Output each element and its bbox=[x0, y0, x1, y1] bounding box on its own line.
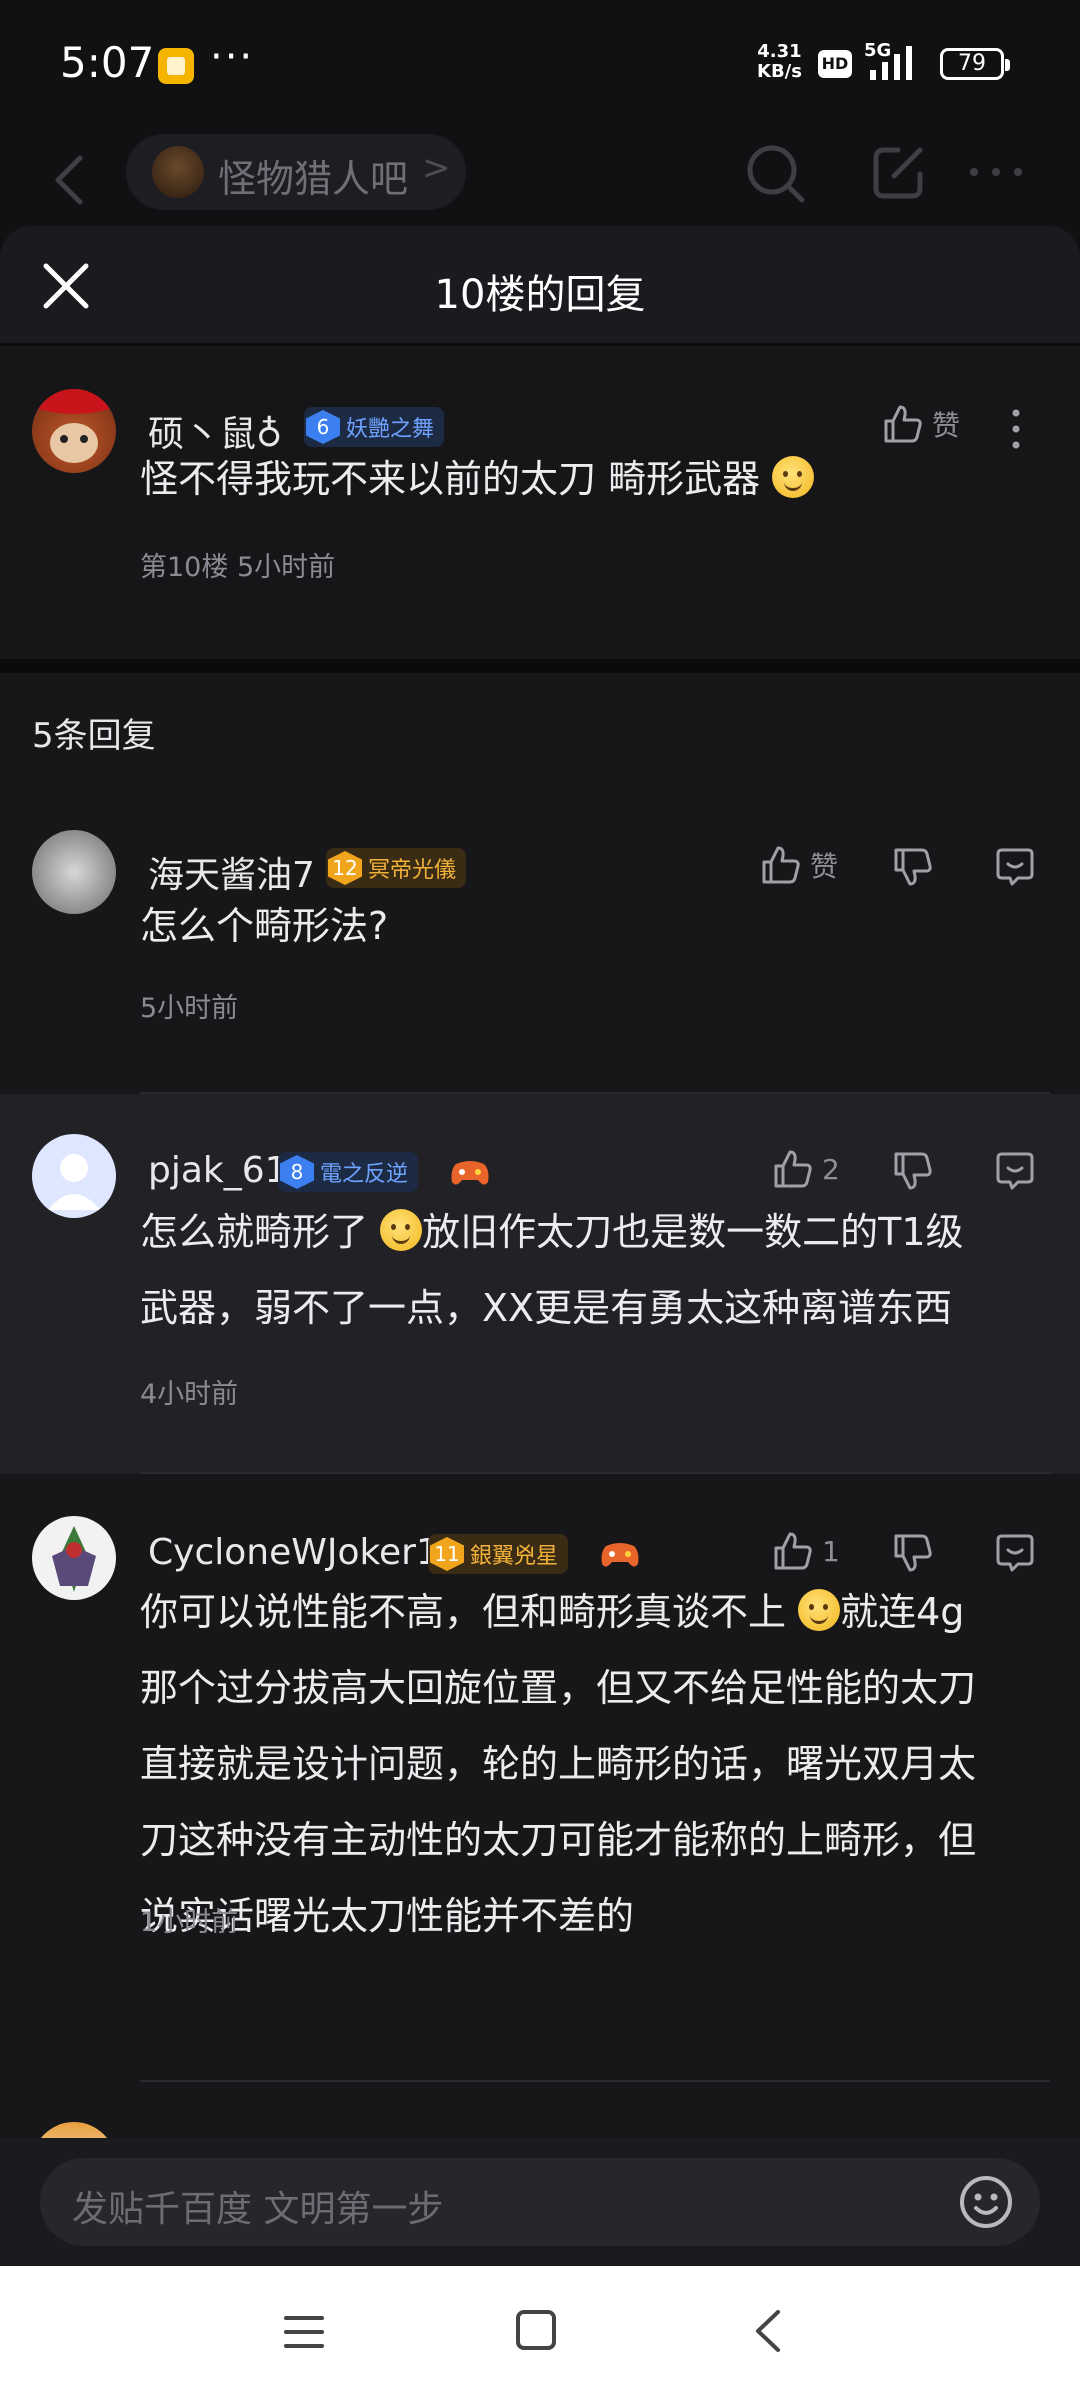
post-options-icon[interactable] bbox=[1006, 407, 1026, 451]
comment-icon[interactable] bbox=[994, 1150, 1036, 1192]
like-label: 赞 bbox=[810, 850, 839, 883]
thumbs-up-icon bbox=[774, 1532, 812, 1570]
avatar[interactable] bbox=[32, 1516, 116, 1600]
smile-emoji-icon bbox=[772, 456, 815, 498]
more-icon[interactable] bbox=[966, 152, 1026, 192]
divider bbox=[140, 1472, 1050, 1474]
reply-text-line: 怎么就畸形了 bbox=[140, 1210, 369, 1254]
post-text: 怪不得我玩不来以前的太刀 畸形武器 bbox=[140, 441, 815, 517]
reply-time: 1小时前 bbox=[140, 1907, 239, 1938]
reply-text-line: 刀这种没有主动性的太刀可能才能称的上畸形，但 bbox=[140, 1818, 977, 1862]
status-more-dots: ··· bbox=[210, 34, 255, 80]
battery-icon: 79 bbox=[940, 48, 1010, 80]
smile-emoji-icon bbox=[380, 1209, 423, 1251]
avatar-image bbox=[32, 389, 116, 463]
reply-text: 怎么就畸形了 放旧作太刀也是数一数二的T1级 武器，弱不了一点，XX更是有勇太这… bbox=[140, 1194, 1060, 1346]
chevron-right-icon: > bbox=[422, 148, 451, 188]
sheet-title: 10楼的回复 bbox=[434, 272, 646, 318]
divider bbox=[140, 2080, 1050, 2082]
reply-input[interactable]: 发贴千百度 文明第一步 bbox=[40, 2158, 1040, 2246]
like-button[interactable]: 2 bbox=[772, 1148, 840, 1190]
top-nav: 怪物猎人吧 > bbox=[0, 128, 1080, 238]
avatar[interactable] bbox=[32, 389, 116, 473]
reply-item: pjak_61 8 電之反逆 2 怎么就畸形了 放旧作太刀也是数一数二的T1级 … bbox=[0, 1094, 1080, 1474]
like-count: 1 bbox=[822, 1534, 840, 1568]
back-icon[interactable] bbox=[748, 2306, 788, 2356]
like-label: 赞 bbox=[932, 409, 961, 442]
notification-app-icon bbox=[158, 48, 194, 84]
avatar-image bbox=[52, 1526, 96, 1592]
thumbs-down-icon[interactable] bbox=[892, 1150, 934, 1192]
avatar[interactable] bbox=[32, 1134, 116, 1218]
search-icon[interactable] bbox=[742, 140, 808, 206]
level-number: 8 bbox=[280, 1155, 314, 1189]
reply-text-line: 就连4g bbox=[840, 1590, 965, 1634]
reply-time: 5小时前 bbox=[140, 993, 239, 1024]
level-badge: 12 冥帝光儀 bbox=[326, 848, 467, 888]
reply-text-line: 直接就是设计问题，轮的上畸形的话，曙光双月太 bbox=[140, 1742, 977, 1786]
level-title: 妖艷之舞 bbox=[346, 417, 435, 442]
level-badge: 8 電之反逆 bbox=[278, 1152, 419, 1192]
comment-icon[interactable] bbox=[994, 1532, 1036, 1574]
edit-icon[interactable] bbox=[868, 140, 928, 204]
username[interactable]: CycloneWJoker1 bbox=[148, 1532, 439, 1573]
grin-emoji-icon bbox=[798, 1589, 841, 1631]
avatar[interactable] bbox=[32, 830, 116, 914]
sheet-header: 10楼的回复 bbox=[0, 226, 1080, 346]
level-number: 11 bbox=[430, 1537, 464, 1571]
replies-count: 5条回复 bbox=[32, 716, 156, 756]
username[interactable]: pjak_61 bbox=[148, 1150, 288, 1191]
reply-text-line: 放旧作太刀也是数一数二的T1级 bbox=[422, 1210, 964, 1254]
network-speed-value: 4.31 bbox=[757, 41, 802, 62]
reply-time: 4小时前 bbox=[140, 1379, 239, 1410]
reply-text-line: 那个过分拔高大回旋位置，但又不给足性能的太刀 bbox=[140, 1666, 977, 1710]
reply-text-line: 说实话曙光太刀性能并不差的 bbox=[140, 1894, 635, 1938]
level-title: 電之反逆 bbox=[320, 1162, 409, 1187]
level-badge: 11 銀翼兇星 bbox=[428, 1534, 569, 1574]
signal-icon bbox=[870, 46, 912, 80]
level-number: 12 bbox=[328, 851, 362, 885]
like-button[interactable]: 1 bbox=[772, 1530, 840, 1572]
like-button[interactable]: 赞 bbox=[882, 403, 960, 445]
hd-badge: HD bbox=[818, 50, 852, 78]
emoji-icon[interactable] bbox=[958, 2174, 1014, 2230]
reply-item: 海天酱油7 12 冥帝光儀 赞 怎么个畸形法? 5小时前 bbox=[0, 806, 1080, 1096]
level-number: 6 bbox=[306, 410, 340, 444]
post-meta: 第10楼 5小时前 bbox=[140, 552, 336, 583]
forum-avatar bbox=[152, 146, 204, 198]
like-button[interactable]: 赞 bbox=[760, 844, 838, 886]
reply-text: 你可以说性能不高，但和畸形真谈不上 就连4g 那个过分拔高大回旋位置，但又不给足… bbox=[140, 1574, 1060, 1954]
reply-input-placeholder: 发贴千百度 文明第一步 bbox=[72, 2189, 444, 2230]
level-title: 冥帝光儀 bbox=[368, 858, 457, 883]
back-arrow-icon[interactable] bbox=[44, 150, 94, 210]
thumbs-up-icon bbox=[762, 846, 800, 884]
reply-text-line: 武器，弱不了一点，XX更是有勇太这种离谱东西 bbox=[140, 1286, 953, 1330]
thumbs-up-icon bbox=[884, 405, 922, 443]
main-post: 硕丶鼠♁ 6 妖艷之舞 赞 怪不得我玩不来以前的太刀 畸形武器 第10楼 5小时… bbox=[0, 349, 1080, 659]
section-divider bbox=[0, 659, 1080, 673]
game-controller-icon bbox=[451, 1161, 489, 1185]
network-speed-unit: KB/s bbox=[757, 61, 802, 82]
like-count: 2 bbox=[822, 1152, 840, 1186]
level-title: 銀翼兇星 bbox=[470, 1544, 559, 1569]
status-bar: 5:07 ··· 4.31 KB/s HD 5G 79 bbox=[0, 0, 1080, 128]
network-speed: 4.31 KB/s bbox=[757, 42, 802, 82]
comment-icon[interactable] bbox=[994, 846, 1036, 888]
status-time: 5:07 bbox=[60, 38, 155, 87]
reply-text: 怎么个畸形法? bbox=[140, 904, 389, 948]
post-text-content: 怪不得我玩不来以前的太刀 畸形武器 bbox=[140, 457, 761, 501]
forum-pill[interactable]: 怪物猎人吧 > bbox=[126, 134, 466, 210]
thumbs-up-icon bbox=[774, 1150, 812, 1188]
game-controller-icon bbox=[601, 1543, 639, 1567]
system-nav-bar bbox=[0, 2266, 1080, 2400]
forum-name: 怪物猎人吧 bbox=[218, 157, 409, 201]
menu-icon[interactable] bbox=[282, 2310, 326, 2354]
reply-sheet: 10楼的回复 硕丶鼠♁ 6 妖艷之舞 赞 怪不得我玩不来以前的太刀 畸形武器 第… bbox=[0, 226, 1080, 2266]
reply-text-line: 你可以说性能不高，但和畸形真谈不上 bbox=[140, 1590, 787, 1634]
thumbs-down-icon[interactable] bbox=[892, 846, 934, 888]
default-avatar-icon bbox=[48, 1154, 100, 1210]
thumbs-down-icon[interactable] bbox=[892, 1532, 934, 1574]
home-icon[interactable] bbox=[514, 2308, 558, 2352]
reply-input-bar: 发贴千百度 文明第一步 bbox=[0, 2138, 1080, 2266]
